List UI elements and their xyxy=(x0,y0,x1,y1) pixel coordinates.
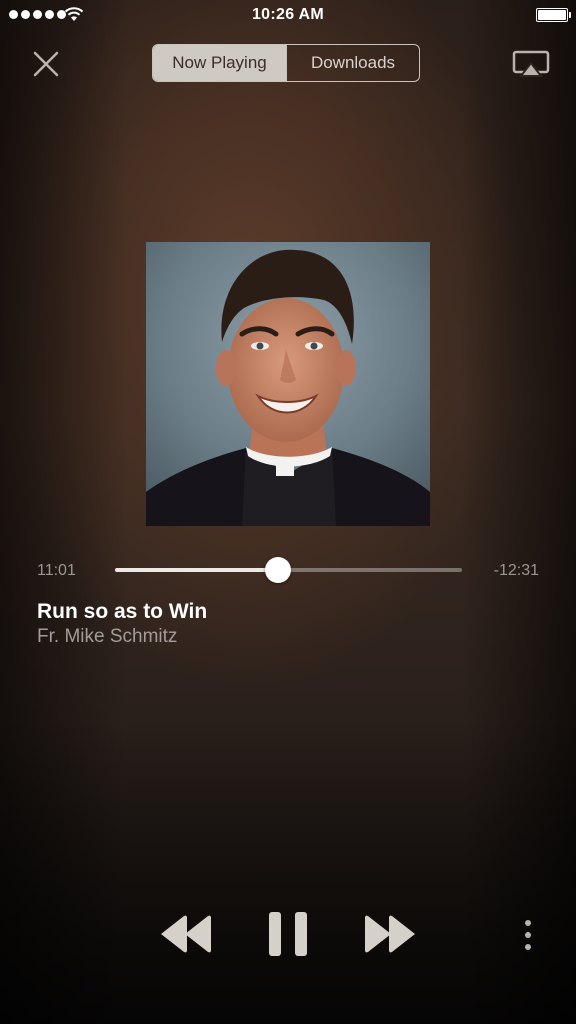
battery-icon xyxy=(536,8,571,22)
progress-fill xyxy=(115,568,279,572)
album-artwork xyxy=(146,242,430,526)
rewind-icon[interactable] xyxy=(157,912,215,956)
progress-slider[interactable] xyxy=(115,557,462,583)
view-segmented-control: Now Playing Downloads xyxy=(152,44,420,82)
more-vertical-icon[interactable] xyxy=(520,918,536,952)
track-artist: Fr. Mike Schmitz xyxy=(37,626,178,647)
tab-downloads[interactable]: Downloads xyxy=(287,45,419,81)
pause-icon[interactable] xyxy=(267,911,309,957)
tab-now-playing[interactable]: Now Playing xyxy=(153,45,287,81)
status-time: 10:26 AM xyxy=(251,6,325,23)
remaining-time: -12:31 xyxy=(493,562,539,579)
track-title: Run so as to Win xyxy=(37,600,208,623)
album-artwork-portrait xyxy=(146,242,430,526)
progress-knob[interactable] xyxy=(265,557,292,583)
airplay-icon[interactable] xyxy=(512,50,550,78)
close-icon[interactable] xyxy=(30,48,62,80)
elapsed-time: 11:01 xyxy=(37,562,76,579)
status-bar: 10:26 AM xyxy=(0,0,576,30)
fast-forward-icon[interactable] xyxy=(361,912,419,956)
